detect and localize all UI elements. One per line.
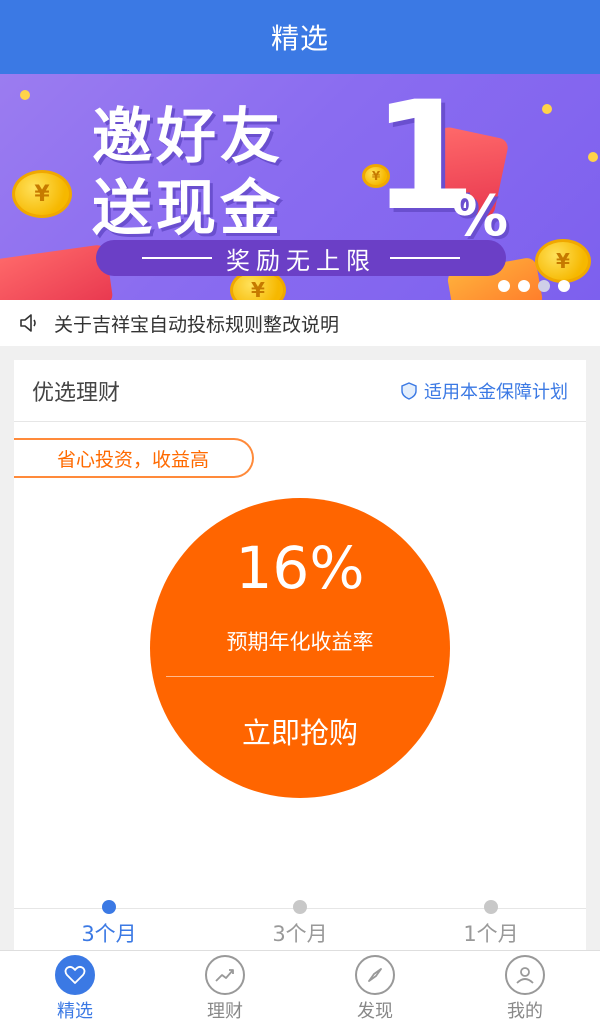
tab-profile[interactable]: 我的 — [450, 951, 600, 1027]
period-label: 3个月 — [272, 922, 328, 946]
period-label: 1个月 — [463, 922, 519, 946]
app-header: 精选 — [0, 0, 600, 74]
tab-finance[interactable]: 理财 — [150, 951, 300, 1027]
rate-label: 预期年化收益率 — [226, 630, 374, 654]
carousel-dot[interactable] — [518, 280, 530, 292]
bottom-tab-bar: 精选 理财 发现 我的 — [0, 950, 600, 1027]
reward-pill: 奖励无上限 — [96, 240, 506, 276]
rate-circle[interactable]: 16% 预期年化收益率 立即抢购 — [150, 498, 450, 798]
tab-featured[interactable]: 精选 — [0, 951, 150, 1027]
user-icon — [505, 955, 545, 995]
promo-banner[interactable]: ¥ ¥ ¥ ¥ 邀好友 送现金 1 % 奖励无上限 — [0, 74, 600, 300]
notice-bar[interactable]: 关于吉祥宝自动投标规则整改说明 — [0, 300, 600, 346]
tab-discover[interactable]: 发现 — [300, 951, 450, 1027]
period-dot — [484, 900, 498, 914]
guarantee-link[interactable]: 适用本金保障计划 — [399, 378, 568, 404]
speaker-icon — [20, 314, 36, 332]
reward-text: 奖励无上限 — [226, 246, 376, 275]
circle-divider — [166, 676, 434, 677]
notice-text: 关于吉祥宝自动投标规则整改说明 — [54, 313, 340, 336]
carousel-dot[interactable] — [558, 280, 570, 292]
carousel-dot[interactable] — [498, 280, 510, 292]
carousel-indicator — [498, 280, 570, 292]
banner-line-2: 送现金 — [92, 174, 284, 244]
slogan-tag: 省心投资，收益高 — [14, 438, 254, 478]
annual-rate: 16% — [235, 534, 365, 602]
buy-now-button[interactable]: 立即抢购 — [150, 710, 450, 752]
tab-label: 发现 — [357, 1001, 393, 1022]
shield-icon — [401, 381, 417, 400]
card-header: 优选理财 适用本金保障计划 — [14, 360, 586, 422]
tab-label: 精选 — [57, 1001, 93, 1022]
tab-label: 我的 — [507, 1001, 543, 1022]
decor-dot — [542, 104, 552, 114]
period-dot — [102, 900, 116, 914]
pill-line-right — [390, 257, 460, 259]
period-label: 3个月 — [81, 922, 137, 946]
carousel-dot[interactable] — [538, 280, 550, 292]
period-option[interactable]: 3个月 — [49, 900, 169, 948]
decor-dot — [20, 90, 30, 100]
period-dot — [293, 900, 307, 914]
tab-label: 理财 — [207, 1001, 243, 1022]
pill-line-left — [142, 257, 212, 259]
heart-icon — [55, 955, 95, 995]
period-option[interactable]: 3个月 — [240, 900, 360, 948]
compass-icon — [355, 955, 395, 995]
coin-icon: ¥ — [12, 170, 72, 218]
page-title: 精选 — [270, 22, 329, 55]
decor-dot — [588, 152, 598, 162]
product-card: 优选理财 适用本金保障计划 省心投资，收益高 16% 预期年化收益率 立即抢购 … — [14, 360, 586, 950]
coin-icon: ¥ — [535, 239, 591, 283]
card-title: 优选理财 — [32, 380, 121, 406]
guarantee-text: 适用本金保障计划 — [424, 381, 568, 403]
chart-icon — [205, 955, 245, 995]
period-option[interactable]: 1个月 — [431, 900, 551, 948]
